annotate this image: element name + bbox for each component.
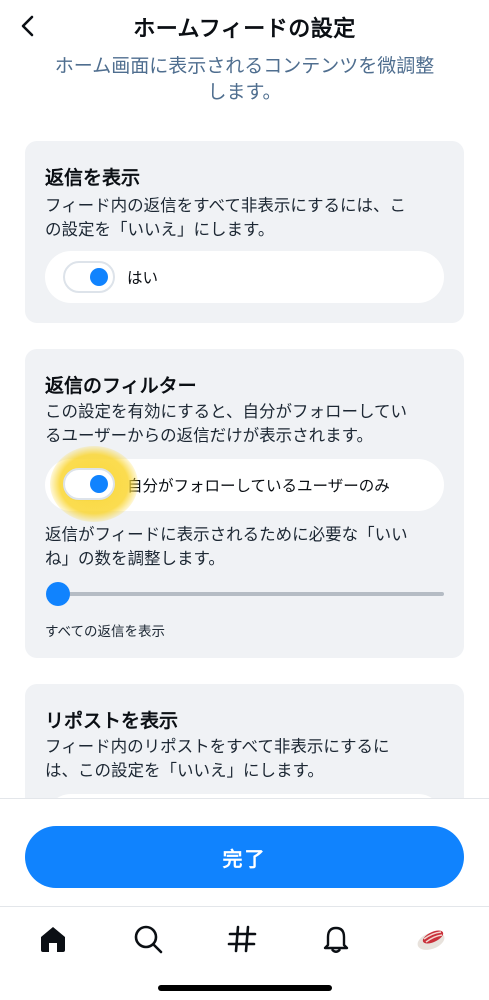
hashtag-icon — [227, 925, 257, 953]
done-button[interactable]: 完了 — [25, 826, 464, 888]
description-line: るユーザーからの返信だけが表示されます。 — [45, 426, 374, 445]
tab-notifications[interactable] — [316, 919, 356, 959]
description-line: の設定を「いいえ」にします。 — [45, 220, 275, 239]
tab-profile[interactable] — [411, 919, 451, 959]
tab-feeds[interactable] — [222, 919, 262, 959]
reply-filter-toggle-label: 自分がフォローしているユーザーのみ — [127, 477, 390, 495]
tab-search[interactable] — [128, 919, 168, 959]
like-threshold-slider-thumb[interactable] — [46, 582, 70, 606]
like-threshold-slider-track[interactable] — [58, 592, 444, 596]
avatar — [417, 930, 445, 950]
show-replies-description: フィード内の返信をすべて非表示にするには、こ の設定を「いいえ」にします。 — [45, 194, 446, 242]
description-line: フィード内のリポストをすべて非表示にするに — [45, 737, 390, 756]
footer: 完了 — [0, 798, 489, 908]
tab-home[interactable] — [33, 919, 73, 959]
reply-filter-description: この設定を有効にすると、自分がフォローしてい るユーザーからの返信だけが表示され… — [45, 400, 446, 448]
show-reposts-title: リポストを表示 — [45, 710, 179, 732]
page-subtitle: ホーム画面に表示されるコンテンツを微調整 します。 — [36, 53, 453, 105]
notifications-icon — [323, 926, 349, 953]
show-replies-card: 返信を表示 フィード内の返信をすべて非表示にするには、こ の設定を「いいえ」にし… — [25, 141, 464, 323]
description-line: 返信がフィードに表示されるために必要な「いい — [45, 525, 408, 544]
description-line: フィード内の返信をすべて非表示にするには、こ — [45, 196, 407, 215]
home-indicator — [158, 985, 332, 991]
subtitle-line: します。 — [207, 81, 282, 103]
show-reposts-description: フィード内のリポストをすべて非表示にするに は、この設定を「いいえ」にします。 — [45, 735, 446, 783]
description-line: ね」の数を調整します。 — [45, 549, 225, 568]
subtitle-line: ホーム画面に表示されるコンテンツを微調整 — [54, 55, 435, 77]
switch-knob — [90, 268, 108, 286]
description-line: この設定を有効にすると、自分がフォローしてい — [45, 402, 408, 421]
like-threshold-description: 返信がフィードに表示されるために必要な「いい ね」の数を調整します。 — [45, 523, 446, 571]
description-line: は、この設定を「いいえ」にします。 — [45, 761, 324, 780]
show-replies-switch[interactable] — [63, 261, 115, 293]
show-replies-toggle-label: はい — [127, 269, 159, 287]
switch-knob — [90, 475, 108, 493]
search-icon — [134, 925, 163, 954]
reply-filter-switch-overlay[interactable] — [63, 468, 115, 500]
page-title: ホームフィードの設定 — [133, 17, 356, 42]
reply-filter-title: 返信のフィルター — [45, 375, 197, 397]
show-replies-title: 返信を表示 — [45, 167, 141, 189]
like-threshold-caption: すべての返信を表示 — [45, 624, 166, 640]
header: ホームフィードの設定 — [0, 0, 489, 56]
home-icon — [41, 927, 65, 952]
show-replies-toggle-row[interactable]: はい — [45, 251, 444, 303]
